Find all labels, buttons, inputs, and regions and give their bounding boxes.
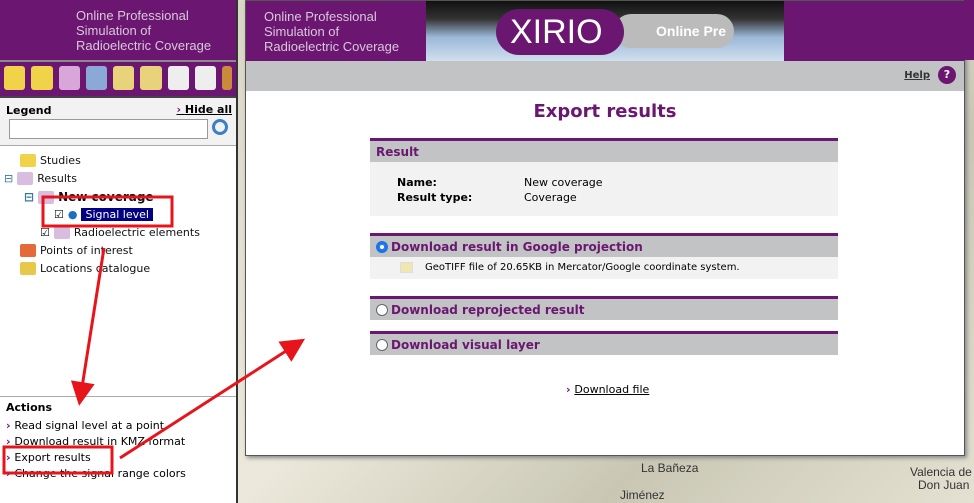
option-reprojected: Download reprojected result <box>370 296 838 320</box>
tree-label: Points of interest <box>40 244 133 257</box>
tree-label: Locations catalogue <box>40 262 151 275</box>
map-label: La Bañeza <box>641 461 699 475</box>
action-download-kmz[interactable]: › Download result in KMZ format <box>6 435 230 448</box>
map-label: Jiménez <box>620 488 665 502</box>
option-label: Download visual layer <box>391 337 540 352</box>
folder-icon <box>38 190 55 204</box>
checkbox[interactable]: ☑ <box>54 208 64 221</box>
tower-icon <box>20 262 36 275</box>
app-tagline: Online Professional Simulation of Radioe… <box>0 0 236 60</box>
dialog-toolbar: Help ? <box>246 61 964 91</box>
radio-button[interactable] <box>376 240 388 253</box>
action-export-results[interactable]: › Export results <box>6 451 230 464</box>
toolbar <box>0 60 236 96</box>
tagline-line: Radioelectric Coverage <box>76 38 212 53</box>
tree-item-points-of-interest[interactable]: Points of interest <box>20 244 133 257</box>
option-header[interactable]: Download result in Google projection <box>370 233 838 257</box>
radio-button[interactable] <box>376 303 388 316</box>
tagline-line: Simulation of <box>76 23 152 38</box>
actions-panel: Actions › Read signal level at a point ›… <box>0 396 236 487</box>
banner-image: Online Pre XIRIO <box>426 1 784 61</box>
option-header[interactable]: Download reprojected result <box>370 296 838 320</box>
tree-label: Signal level <box>81 208 153 221</box>
download-file-link[interactable]: › Download file <box>566 383 649 396</box>
search-icon[interactable] <box>212 119 228 135</box>
export-icon[interactable] <box>140 66 162 90</box>
import-icon[interactable] <box>113 66 135 90</box>
map-label: Don Juan <box>918 478 970 492</box>
option-label: Download result in Google projection <box>391 239 643 254</box>
open-folder-icon[interactable] <box>31 66 53 90</box>
map-label: Valencia de <box>910 465 972 479</box>
tree-label: Studies <box>40 154 81 167</box>
results-folder-icon[interactable] <box>58 66 80 90</box>
app-tagline: Online Professional Simulation of Radioe… <box>264 9 399 54</box>
tree-label: New coverage <box>58 190 154 204</box>
folder-icon <box>53 226 70 239</box>
book-icon[interactable] <box>85 66 108 90</box>
header-strip <box>964 0 974 60</box>
file-icon <box>400 262 413 273</box>
folder-icon <box>17 172 34 185</box>
legend-search-input[interactable] <box>9 119 208 139</box>
tagline-line: Online Professional <box>76 8 189 23</box>
option-header[interactable]: Download visual layer <box>370 331 838 355</box>
field-value: New coverage <box>524 176 603 189</box>
dialog-title: Export results <box>533 101 677 122</box>
option-detail: GeoTIFF file of 20.65KB in Mercator/Goog… <box>425 262 740 273</box>
actions-title: Actions <box>6 401 52 414</box>
tagline-line: Radioelectric Coverage <box>264 39 400 54</box>
action-label: Export results <box>14 451 91 464</box>
hide-all-link[interactable]: › Hide all <box>177 103 233 116</box>
option-visual-layer: Download visual layer <box>370 331 838 355</box>
collapse-icon[interactable]: ⊟ <box>24 190 34 204</box>
tree-label: Radioelectric elements <box>73 226 200 239</box>
tree-item-results[interactable]: ⊟ Results <box>4 172 77 185</box>
collapse-icon[interactable]: ⊟ <box>4 172 13 185</box>
help-link[interactable]: Help <box>904 70 930 81</box>
new-folder-icon[interactable] <box>4 66 26 90</box>
tree-item-locations-catalogue[interactable]: Locations catalogue <box>20 262 150 275</box>
tree-item-studies[interactable]: Studies <box>20 154 81 167</box>
download-label: Download file <box>574 383 650 396</box>
hide-all-label: Hide all <box>184 103 232 116</box>
field-label: Name: <box>397 176 437 189</box>
tree-label: Results <box>37 172 77 185</box>
tree-item-radioelectric-elements[interactable]: ☑ Radioelectric elements <box>40 226 200 239</box>
dialog-header: Online Professional Simulation of Radioe… <box>246 1 964 61</box>
option-google-projection: Download result in Google projection Geo… <box>370 233 838 279</box>
table-window-icon[interactable] <box>195 66 217 90</box>
tagline-line: Simulation of <box>264 24 340 39</box>
left-panel: Online Professional Simulation of Radioe… <box>0 0 238 503</box>
field-value: Coverage <box>524 191 577 204</box>
field-label: Result type: <box>397 191 473 204</box>
folder-icon <box>20 154 36 167</box>
legend-title: Legend <box>6 104 52 117</box>
radio-button[interactable] <box>376 338 388 351</box>
flag-icon <box>20 244 36 257</box>
xirio-logo: XIRIO <box>496 9 624 55</box>
tree-item-signal-level[interactable]: ☑ ● Signal level <box>54 208 153 221</box>
info-window-icon[interactable] <box>167 66 190 90</box>
action-label: Change the signal range colors <box>14 467 186 480</box>
action-change-colors[interactable]: › Change the signal range colors <box>6 467 230 480</box>
logo-subtitle: Online Pre <box>614 14 734 48</box>
help-icon[interactable]: ? <box>938 66 956 84</box>
action-read-signal[interactable]: › Read signal level at a point <box>6 419 230 432</box>
result-section: Result Name: New coverage Result type: Cov… <box>370 138 838 216</box>
tree-item-new-coverage[interactable]: ⊟ New coverage <box>24 190 154 204</box>
coverage-layer-icon: ● <box>67 208 78 221</box>
export-dialog: Online Professional Simulation of Radioe… <box>245 0 965 456</box>
action-label: Download result in KMZ format <box>14 435 186 448</box>
tagline-line: Online Professional <box>264 9 377 24</box>
action-label: Read signal level at a point <box>14 419 165 432</box>
option-label: Download reprojected result <box>391 302 585 317</box>
section-header: Result <box>370 138 838 162</box>
checkbox[interactable]: ☑ <box>40 226 50 239</box>
refresh-icon[interactable] <box>222 66 233 90</box>
